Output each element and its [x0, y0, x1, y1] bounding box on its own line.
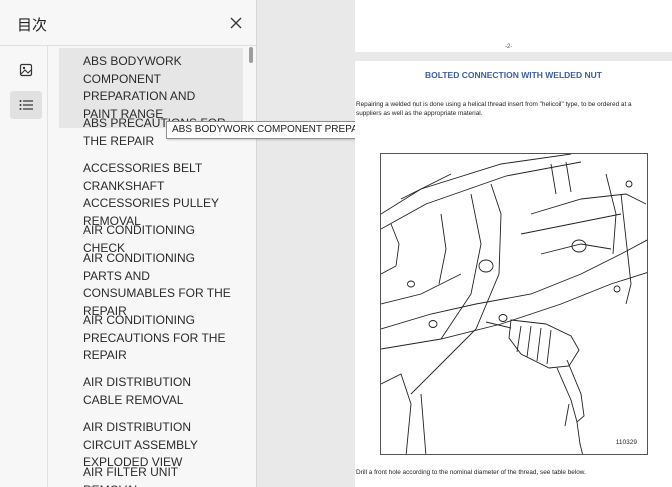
page-heading: BOLTED CONNECTION WITH WELDED NUT — [425, 70, 602, 80]
sidebar-tabs — [0, 46, 48, 487]
page-number: -2- — [505, 44, 513, 50]
outline-sidebar: 目次 ABS BODYWORK COMPONENT PREPARATION AN… — [0, 0, 257, 487]
drill-illustration — [381, 154, 647, 454]
outline-item[interactable]: AIR DISTRIBUTION CABLE REMOVAL — [59, 369, 243, 414]
figure-caption: Drill a front hole according to the nomi… — [356, 469, 586, 476]
tab-outline[interactable] — [10, 91, 42, 119]
document-page: BOLTED CONNECTION WITH WELDED NUT Repair… — [355, 61, 672, 487]
outline-item[interactable]: AIR CONDITIONING PRECAUTIONS FOR THE REP… — [59, 307, 243, 370]
technical-illustration: 110329 — [380, 153, 648, 455]
outline-list: ABS BODYWORK COMPONENT PREPARATION AND P… — [48, 46, 256, 487]
page-body-text: Repairing a welded nut is done using a h… — [356, 101, 632, 117]
sidebar-scrollbar[interactable] — [249, 47, 253, 63]
document-page-previous: -2- — [355, 0, 672, 52]
image-icon — [19, 63, 33, 77]
outline-item[interactable]: AIR FILTER UNIT REMOVAL — [59, 459, 243, 487]
tab-thumbnails[interactable] — [10, 56, 42, 84]
list-icon — [19, 100, 33, 110]
sidebar-title: 目次 — [17, 16, 48, 34]
sidebar-header: 目次 — [0, 0, 256, 46]
close-icon[interactable] — [226, 13, 246, 33]
figure-code: 110329 — [615, 439, 637, 446]
